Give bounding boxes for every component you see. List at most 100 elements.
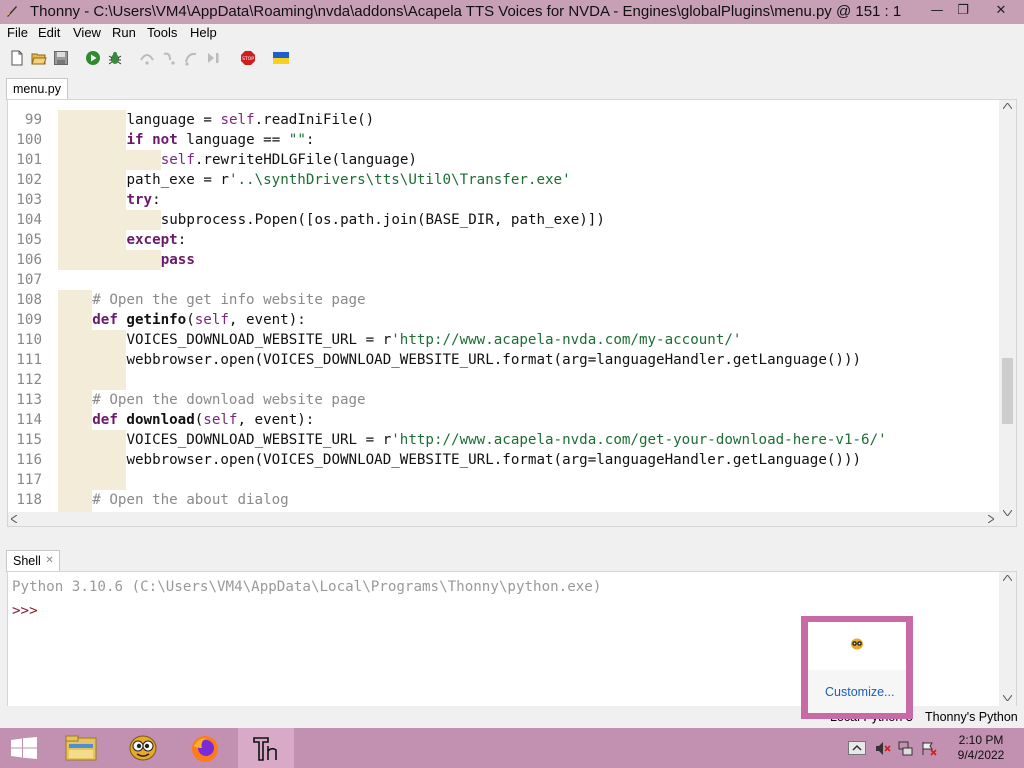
code-line[interactable]: 100 if not language == "": — [8, 130, 998, 150]
code-token: not — [152, 132, 178, 148]
step-over-icon[interactable] — [139, 50, 155, 66]
customize-link[interactable]: Customize... — [825, 685, 894, 699]
network-icon[interactable] — [898, 741, 914, 756]
code-line[interactable]: 109 def getinfo(self, event): — [8, 310, 998, 330]
code-line[interactable]: 99 language = self.readIniFile() — [8, 110, 998, 130]
new-file-icon[interactable] — [9, 50, 25, 66]
code-text: def getinfo(self, event): — [92, 310, 306, 330]
ukraine-flag-icon[interactable] — [273, 50, 289, 66]
code-token: # Open the about dialog — [92, 492, 289, 508]
code-text: path_exe = r'..\synthDrivers\tts\Util0\T… — [126, 170, 570, 190]
scroll-right-arrow-icon[interactable] — [988, 515, 994, 523]
code-line[interactable]: 102 path_exe = r'..\synthDrivers\tts\Util… — [8, 170, 998, 190]
menu-edit[interactable]: Edit — [38, 25, 60, 40]
taskbar-nvda[interactable] — [116, 728, 170, 768]
code-line[interactable]: 103 try: — [8, 190, 998, 210]
close-tab-icon[interactable]: ✕ — [45, 551, 53, 571]
resume-icon[interactable] — [205, 50, 221, 66]
show-hidden-icons-icon[interactable] — [848, 741, 866, 755]
tab-menu-py[interactable]: menu.py — [6, 78, 68, 100]
code-token: pass — [160, 252, 195, 268]
code-line[interactable]: 110 VOICES_DOWNLOAD_WEBSITE_URL = r'http:… — [8, 330, 998, 350]
indent-guide — [58, 250, 161, 270]
menu-bar: File Edit View Run Tools Help — [0, 24, 1024, 43]
code-token: "" — [288, 132, 306, 148]
interpreter-selector[interactable]: Thonny's Python — [925, 710, 1018, 724]
code-text: self.rewriteHDLGFile(language) — [161, 150, 417, 170]
close-button[interactable]: ✕ — [988, 2, 1014, 20]
nvda-tray-icon[interactable] — [848, 636, 866, 652]
code-editor[interactable]: 99 language = self.readIniFile() 100 if not… — [7, 99, 1017, 527]
taskbar-thonny[interactable] — [238, 728, 294, 768]
code-line[interactable]: 101 self.rewriteHDLGFile(language) — [8, 150, 998, 170]
tray-overflow-panel: Customize... — [808, 622, 906, 713]
code-text: # Open the about dialog — [92, 490, 288, 510]
code-line[interactable]: 118 # Open the about dialog — [8, 490, 998, 510]
clock[interactable]: 2:10 PM 9/4/2022 — [948, 733, 1014, 763]
code-token: self — [194, 312, 229, 328]
run-icon[interactable] — [85, 50, 101, 66]
indent-guide — [58, 450, 127, 470]
file-explorer-icon — [65, 735, 97, 761]
shell-tab-row: Shell ✕ — [0, 548, 1024, 572]
code-line[interactable]: 111 webbrowser.open(VOICES_DOWNLOAD_WEBSI… — [8, 350, 998, 370]
code-text: except: — [126, 230, 186, 250]
minimize-button[interactable]: — — [924, 2, 950, 20]
code-token: , event): — [228, 312, 306, 328]
indent-guide — [58, 410, 93, 430]
taskbar-firefox[interactable] — [178, 728, 232, 768]
code-token: download — [126, 412, 195, 428]
code-token: self — [203, 412, 238, 428]
editor-horizontal-scrollbar[interactable] — [8, 512, 999, 526]
thonny-app-icon[interactable] — [5, 4, 19, 18]
step-into-icon[interactable] — [161, 50, 177, 66]
menu-view[interactable]: View — [73, 25, 101, 40]
editor-scroll-thumb[interactable] — [1002, 358, 1013, 424]
step-out-icon[interactable] — [183, 50, 199, 66]
code-line[interactable]: 116 webbrowser.open(VOICES_DOWNLOAD_WEBSI… — [8, 450, 998, 470]
editor-vertical-scrollbar[interactable] — [999, 100, 1016, 526]
window-title: Thonny - C:\Users\VM4\AppData\Roaming\nv… — [30, 3, 902, 20]
code-line[interactable]: 114 def download(self, event): — [8, 410, 998, 430]
code-token: '..\synthDrivers\tts\Util0\Transfer.exe' — [228, 172, 571, 188]
line-number: 117 — [16, 472, 42, 488]
taskbar-file-explorer[interactable] — [54, 728, 108, 768]
indent-guide — [58, 430, 127, 450]
code-line[interactable]: 104 subprocess.Popen([os.path.join(BASE_D… — [8, 210, 998, 230]
line-number: 102 — [16, 172, 42, 188]
shell-vertical-scrollbar[interactable] — [999, 572, 1016, 707]
code-text: VOICES_DOWNLOAD_WEBSITE_URL = r'http://w… — [126, 330, 741, 350]
code-line[interactable]: 115 VOICES_DOWNLOAD_WEBSITE_URL = r'http:… — [8, 430, 998, 450]
scroll-up-arrow-icon[interactable] — [1003, 575, 1012, 581]
scroll-down-arrow-icon[interactable] — [1003, 695, 1012, 701]
line-number: 107 — [16, 272, 42, 288]
code-token: ( — [194, 412, 204, 428]
start-button[interactable] — [0, 728, 48, 768]
tab-shell[interactable]: Shell ✕ — [6, 550, 60, 572]
code-line[interactable]: 112 — [8, 370, 998, 390]
scroll-down-arrow-icon[interactable] — [1003, 510, 1012, 516]
stop-icon[interactable]: STOP — [240, 50, 256, 66]
menu-file[interactable]: File — [7, 25, 28, 40]
open-folder-icon[interactable] — [31, 50, 47, 66]
code-line[interactable]: 106 pass — [8, 250, 998, 270]
code-line[interactable]: 107 — [8, 270, 998, 290]
menu-run[interactable]: Run — [112, 25, 136, 40]
code-line[interactable]: 113 # Open the download website page — [8, 390, 998, 410]
action-center-flag-icon[interactable] — [921, 741, 937, 756]
volume-muted-icon[interactable] — [875, 741, 891, 756]
code-line[interactable]: 117 — [8, 470, 998, 490]
debug-icon[interactable] — [107, 50, 123, 66]
menu-tools[interactable]: Tools — [147, 25, 177, 40]
scroll-left-arrow-icon[interactable] — [11, 515, 17, 523]
code-line[interactable]: 105 except: — [8, 230, 998, 250]
scroll-up-arrow-icon[interactable] — [1003, 103, 1012, 109]
maximize-button[interactable]: ❐ — [950, 2, 976, 20]
save-icon[interactable] — [53, 50, 69, 66]
menu-help[interactable]: Help — [190, 25, 217, 40]
indent-guide — [58, 310, 93, 330]
line-number: 101 — [16, 152, 42, 168]
code-line[interactable]: 108 # Open the get info website page — [8, 290, 998, 310]
toolbar: STOP — [0, 46, 1024, 72]
code-token: language == — [177, 132, 289, 148]
